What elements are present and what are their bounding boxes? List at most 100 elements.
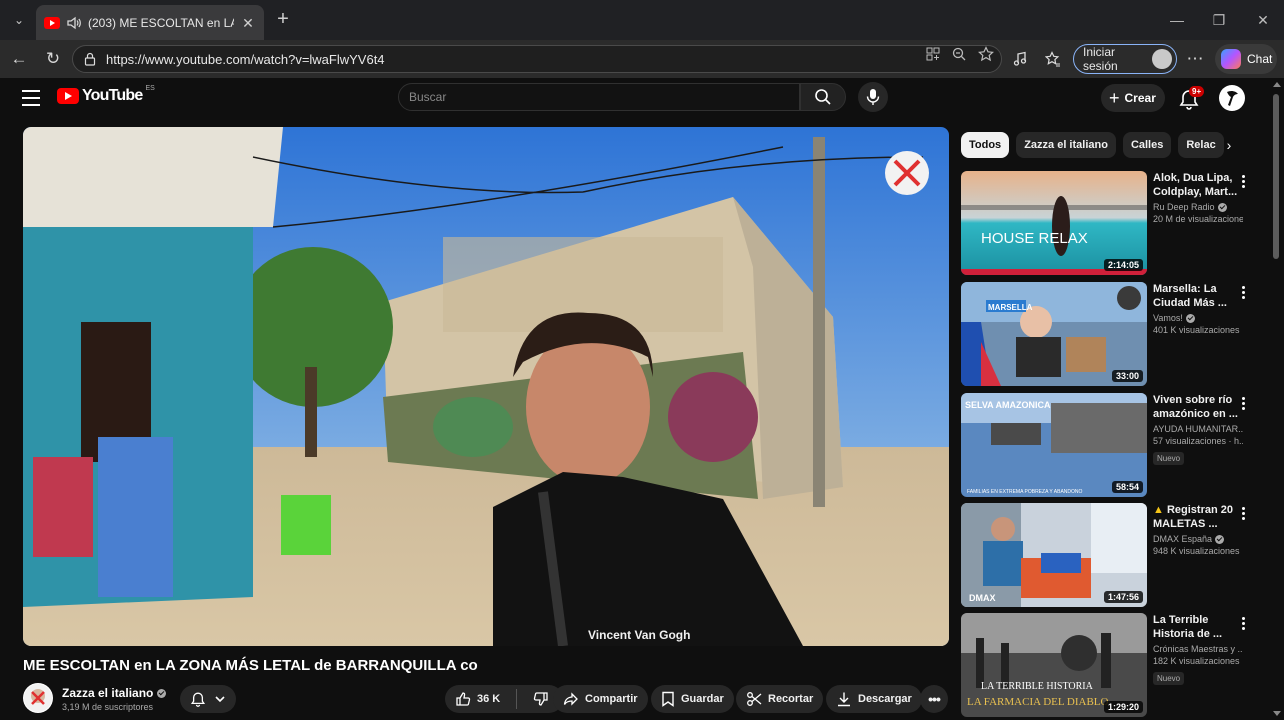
recommendation-menu-icon[interactable] <box>1239 617 1247 631</box>
chip-related[interactable]: Relac <box>1178 132 1224 158</box>
save-button[interactable]: Guardar <box>651 685 734 713</box>
recommendation-info: ▲ Registran 20 MALETAS ... DMAX España 9… <box>1153 503 1243 556</box>
thumbnail-text: MARSELLA <box>988 303 1033 312</box>
scrollbar-thumb[interactable] <box>1273 94 1279 259</box>
speaker-icon[interactable] <box>66 15 82 31</box>
recommendation-title[interactable]: ▲ Registran 20 MALETAS ... <box>1153 503 1243 531</box>
recommendation-thumbnail[interactable]: SELVA AMAZONICA FAMILIAS EN EXTREMA POBR… <box>961 393 1147 497</box>
copilot-chat-button[interactable]: Chat <box>1215 44 1277 74</box>
filter-chips: Todos Zazza el italiano Calles Relac <box>961 132 1247 158</box>
recommendation-menu-icon[interactable] <box>1239 397 1247 411</box>
share-label: Compartir <box>585 693 638 705</box>
window-close-icon[interactable]: ✕ <box>1254 11 1272 29</box>
favorite-star-icon[interactable] <box>978 46 994 62</box>
channel-name-text: Zazza el italiano <box>62 686 154 700</box>
video-player[interactable]: Vincent Van Gogh <box>23 127 949 646</box>
scissors-icon <box>747 692 762 706</box>
tab-title: (203) ME ESCOLTAN en LA ZO <box>88 15 234 30</box>
more-actions-button[interactable]: ••• <box>920 685 948 713</box>
channel-name[interactable]: Zazza el italiano <box>62 686 167 700</box>
site-info-icon[interactable] <box>83 52 97 66</box>
recommendation-item[interactable]: MARSELLA 33:00 Marsella: La Ciudad Más .… <box>961 282 1251 386</box>
page-scrollbar[interactable] <box>1270 78 1284 720</box>
recommendation-menu-icon[interactable] <box>1239 507 1247 521</box>
new-badge: Nuevo <box>1153 452 1185 465</box>
like-divider <box>516 689 518 709</box>
recommendation-channel[interactable]: Ru Deep Radio <box>1153 202 1243 212</box>
minimize-icon[interactable]: — <box>1168 11 1186 29</box>
recommendation-channel-text: Vamos! <box>1153 313 1183 323</box>
video-title: ME ESCOLTAN en LA ZONA MÁS LETAL de BARR… <box>23 657 478 674</box>
more-options-icon[interactable]: ⋯ <box>1184 48 1206 70</box>
media-control-icon[interactable] <box>1012 51 1028 67</box>
url-text: https://www.youtube.com/watch?v=lwaFlwYV… <box>106 51 385 67</box>
sign-in-button[interactable]: Iniciar sesión <box>1073 44 1177 74</box>
recommendation-item[interactable]: DMAX 1:47:56 ▲ Registran 20 MALETAS ... … <box>961 503 1251 607</box>
recommendation-views: 401 K visualizaciones · <box>1153 325 1243 335</box>
recommendation-thumbnail[interactable]: DMAX 1:47:56 <box>961 503 1147 607</box>
menu-hamburger-icon[interactable] <box>22 90 40 106</box>
recommendation-views: 20 M de visualizaciones <box>1153 214 1243 224</box>
recommendation-channel[interactable]: Vamos! <box>1153 313 1243 323</box>
recommendation-title[interactable]: Marsella: La Ciudad Más ... <box>1153 282 1243 310</box>
zoom-icon[interactable] <box>951 46 967 62</box>
like-button[interactable]: 36 K <box>445 685 510 713</box>
chip-calles[interactable]: Calles <box>1122 132 1172 158</box>
channel-avatar[interactable] <box>23 683 53 713</box>
back-arrow-icon[interactable]: ← <box>8 48 30 70</box>
scroll-down-arrow-icon[interactable] <box>1273 711 1281 716</box>
share-button[interactable]: Compartir <box>553 685 648 713</box>
search-icon <box>815 89 831 105</box>
verified-check-icon <box>1215 534 1225 544</box>
video-frame-scene: Vincent Van Gogh <box>23 127 949 646</box>
recommendation-thumbnail[interactable]: MARSELLA 33:00 <box>961 282 1147 386</box>
favorites-icon[interactable] <box>1045 51 1061 67</box>
logo-country-code: ES <box>145 85 155 92</box>
video-duration: 33:00 <box>1111 370 1143 382</box>
channel-avatar-image <box>24 684 52 712</box>
video-duration: 2:14:05 <box>1103 259 1143 271</box>
recommendation-channel[interactable]: DMAX España <box>1153 534 1243 544</box>
recommendation-item[interactable]: SELVA AMAZONICA FAMILIAS EN EXTREMA POBR… <box>961 393 1251 497</box>
recommendation-item[interactable]: HOUSE RELAX 2:14:05 Alok, Dua Lipa, Cold… <box>961 171 1251 275</box>
search-button[interactable] <box>800 83 846 111</box>
recommendation-item[interactable]: LA TERRIBLE HISTORIA LA FARMACIA DEL DIA… <box>961 613 1251 717</box>
recommendation-channel-text: DMAX España <box>1153 534 1213 544</box>
recommendation-title[interactable]: Alok, Dua Lipa, Coldplay, Mart... <box>1153 171 1243 199</box>
recommendation-channel[interactable]: Crónicas Maestras y ... <box>1153 644 1243 654</box>
clip-label: Recortar <box>768 693 814 705</box>
recommendation-menu-icon[interactable] <box>1239 175 1247 189</box>
create-button[interactable]: + Crear <box>1101 84 1165 112</box>
voice-search-button[interactable] <box>858 82 888 112</box>
recommendation-title[interactable]: Viven sobre río amazónico en ... <box>1153 393 1243 421</box>
video-duration: 58:54 <box>1111 481 1143 493</box>
search-input[interactable]: Buscar <box>398 83 800 111</box>
address-bar[interactable]: https://www.youtube.com/watch?v=lwaFlwYV… <box>72 45 1002 73</box>
browser-tab-active[interactable]: (203) ME ESCOLTAN en LA ZO ✕ <box>36 5 264 40</box>
new-tab-plus-icon[interactable]: + <box>272 9 294 31</box>
recommendation-title[interactable]: La Terrible Historia de ... <box>1153 613 1243 641</box>
recommendation-channel[interactable]: AYUDA HUMANITAR... <box>1153 424 1243 434</box>
scroll-up-arrow-icon[interactable] <box>1273 82 1281 87</box>
chevron-down-icon <box>215 696 225 703</box>
tab-list-chevron-icon[interactable]: ⌄ <box>8 9 30 31</box>
app-available-icon[interactable] <box>925 46 941 62</box>
tab-close-icon[interactable]: ✕ <box>240 15 256 31</box>
account-avatar[interactable] <box>1219 85 1245 111</box>
youtube-logo[interactable]: YouTube ES <box>57 85 155 105</box>
bookmark-icon <box>662 691 674 707</box>
recommendation-thumbnail[interactable]: HOUSE RELAX 2:14:05 <box>961 171 1147 275</box>
chip-channel[interactable]: Zazza el italiano <box>1016 132 1116 158</box>
restore-icon[interactable]: ❐ <box>1210 11 1228 29</box>
recommendation-menu-icon[interactable] <box>1239 286 1247 300</box>
clip-button[interactable]: Recortar <box>736 685 824 713</box>
subscription-notifications-button[interactable] <box>180 685 236 713</box>
thumbnail-text: LA TERRIBLE HISTORIA <box>981 681 1094 692</box>
recommendation-thumbnail[interactable]: LA TERRIBLE HISTORIA LA FARMACIA DEL DIA… <box>961 613 1147 717</box>
reload-icon[interactable]: ↻ <box>42 48 64 70</box>
download-button[interactable]: Descargar <box>826 685 922 713</box>
chips-next-chevron-icon[interactable]: › <box>1219 135 1239 155</box>
recommendation-info: Alok, Dua Lipa, Coldplay, Mart... Ru Dee… <box>1153 171 1243 224</box>
chip-todos[interactable]: Todos <box>961 132 1010 158</box>
chat-label: Chat <box>1247 52 1273 66</box>
